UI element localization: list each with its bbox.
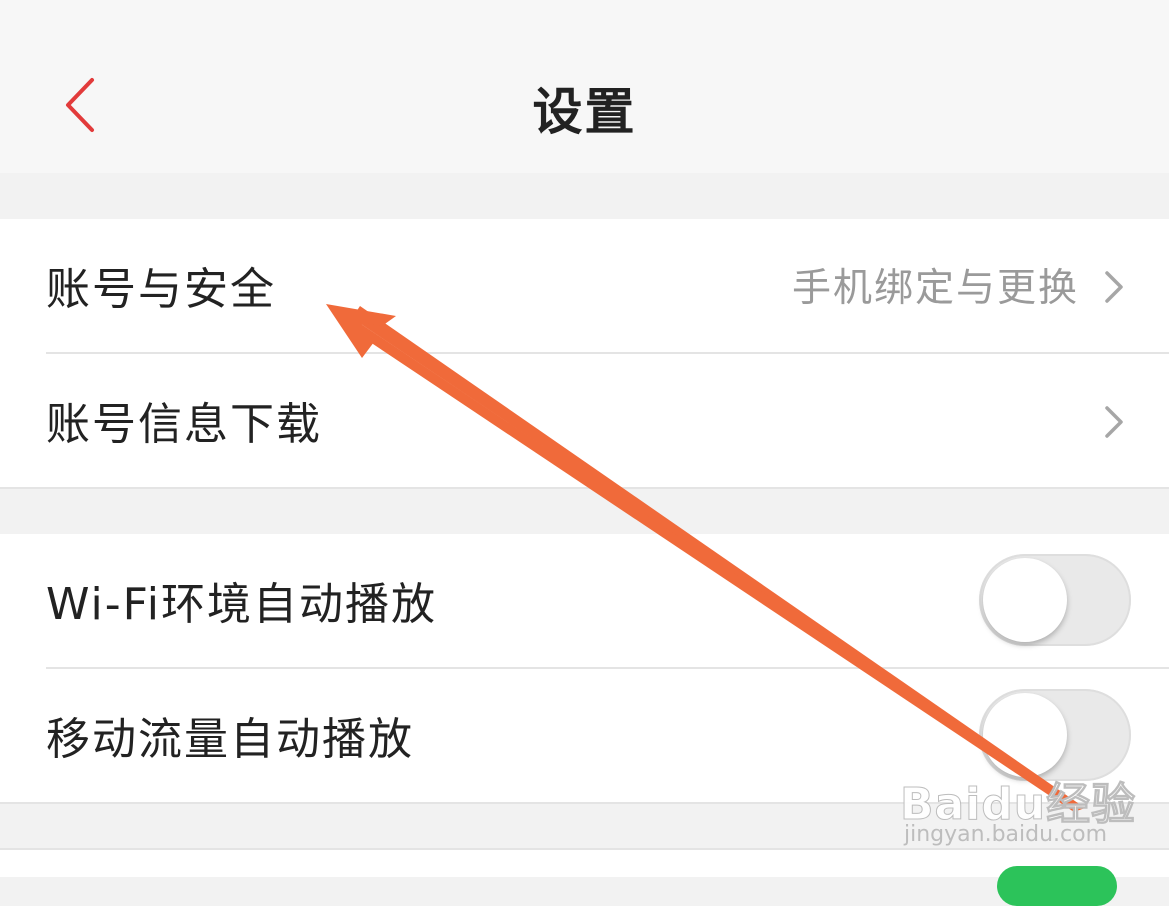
next-row-toggle[interactable] [997, 866, 1117, 906]
page-title: 设置 [532, 83, 637, 141]
cellular-autoplay-toggle[interactable] [979, 689, 1131, 781]
row-label: 账号信息下载 [46, 399, 322, 450]
row-label: Wi-Fi环境自动播放 [46, 579, 437, 630]
watermark-url: jingyan.baidu.com [904, 822, 1108, 847]
row-value: 手机绑定与更换 [791, 266, 1079, 311]
top-nav-bar: 设置 [0, 0, 1169, 173]
chevron-right-icon [1105, 406, 1123, 438]
row-label: 账号与安全 [46, 264, 276, 315]
wifi-autoplay-row: Wi-Fi环境自动播放 [0, 534, 1169, 668]
toggle-knob [983, 693, 1067, 777]
group-divider [0, 802, 1169, 804]
group-divider [0, 848, 1169, 850]
row-label: 移动流量自动播放 [46, 714, 414, 765]
account-settings-group: 账号与安全 手机绑定与更换 账号信息下载 [0, 219, 1169, 487]
account-info-download-row[interactable]: 账号信息下载 [0, 354, 1169, 488]
wifi-autoplay-toggle[interactable] [979, 554, 1131, 646]
group-divider [0, 487, 1169, 489]
next-settings-group [0, 849, 1169, 877]
chevron-right-icon [1105, 271, 1123, 303]
cellular-autoplay-row: 移动流量自动播放 [0, 669, 1169, 803]
autoplay-settings-group: Wi-Fi环境自动播放 移动流量自动播放 [0, 534, 1169, 802]
toggle-knob [983, 558, 1067, 642]
account-security-row[interactable]: 账号与安全 手机绑定与更换 [0, 219, 1169, 353]
